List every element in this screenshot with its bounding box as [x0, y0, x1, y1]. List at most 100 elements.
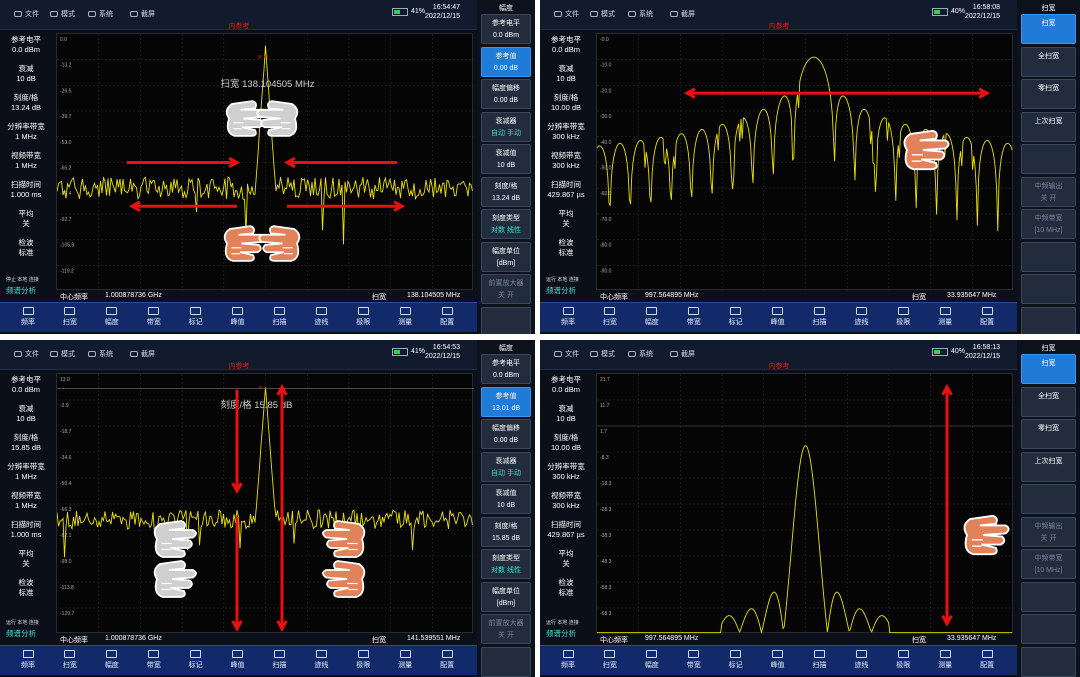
system-menu[interactable]: 系统	[628, 9, 653, 19]
toolbar-0[interactable]: 频率	[548, 650, 588, 670]
softkey-6[interactable]: 刻度类型 对数 线性	[481, 549, 531, 579]
softkey-4[interactable]: 衰减值 10 dB	[481, 484, 531, 514]
softkey-0[interactable]: 参考电平 0.0 dBm	[481, 14, 531, 44]
center-freq-value[interactable]: 1.000878736 GHz	[105, 292, 162, 299]
param-3[interactable]: 分辨率带宽 300 kHz	[540, 122, 592, 142]
span-label[interactable]: 扫宽	[912, 292, 926, 302]
toolbar-9[interactable]: 测量	[925, 307, 965, 327]
toolbar-0[interactable]: 频率	[8, 307, 48, 327]
toolbar-6[interactable]: 扫描	[259, 307, 299, 327]
param-0[interactable]: 参考电平 0.0 dBm	[0, 35, 52, 55]
softkey-7[interactable]: 幅度单位 [dBm]	[481, 581, 531, 612]
toolbar-8[interactable]: 极限	[343, 650, 383, 670]
toolbar-5[interactable]: 峰值	[218, 307, 258, 327]
mode-menu[interactable]: 模式	[590, 349, 615, 359]
span-label[interactable]: 扫宽	[372, 635, 386, 645]
system-menu[interactable]: 系统	[88, 349, 113, 359]
param-1[interactable]: 衰减 10 dB	[540, 64, 592, 84]
param-1[interactable]: 衰减 10 dB	[540, 404, 592, 424]
softkey-5[interactable]: 中频输出关 开	[1021, 176, 1076, 207]
softkey-9[interactable]	[481, 306, 531, 334]
softkey-1[interactable]: 全扫宽	[1021, 46, 1076, 77]
span-value[interactable]: 141.539551 MHz	[407, 635, 460, 642]
toolbar-1[interactable]: 扫宽	[590, 307, 630, 327]
toolbar-9[interactable]: 测量	[925, 650, 965, 670]
softkey-4[interactable]	[1021, 144, 1076, 174]
param-2[interactable]: 刻度/格 13.24 dB	[0, 93, 52, 113]
center-freq-label[interactable]: 中心频率	[60, 292, 88, 302]
toolbar-4[interactable]: 标记	[176, 650, 216, 670]
toolbar-8[interactable]: 极限	[343, 307, 383, 327]
softkey-2[interactable]: 幅度偏移 0.00 dB	[481, 419, 531, 449]
toolbar-1[interactable]: 扫宽	[50, 650, 90, 670]
mode-menu[interactable]: 模式	[50, 9, 75, 19]
file-menu[interactable]: 文件	[14, 9, 39, 19]
center-freq-label[interactable]: 中心频率	[600, 635, 628, 645]
screenshot-menu[interactable]: 截屏	[130, 9, 155, 19]
toolbar-1[interactable]: 扫宽	[50, 307, 90, 327]
softkey-9[interactable]	[1021, 646, 1076, 677]
toolbar-6[interactable]: 扫描	[799, 650, 839, 670]
param-6[interactable]: 平均关	[0, 549, 52, 569]
param-5[interactable]: 扫描时间 429.867 µs	[540, 520, 592, 540]
file-menu[interactable]: 文件	[554, 9, 579, 19]
span-label[interactable]: 扫宽	[912, 635, 926, 645]
softkey-4[interactable]: 衰减值 10 dB	[481, 144, 531, 174]
softkey-8[interactable]: 前置放大器关 开	[481, 614, 531, 644]
param-4[interactable]: 视频带宽 300 kHz	[540, 151, 592, 171]
toolbar-8[interactable]: 极限	[883, 650, 923, 670]
softkey-5[interactable]: 中频输出关 开	[1021, 516, 1076, 547]
softkey-7[interactable]	[1021, 581, 1076, 612]
system-menu[interactable]: 系统	[628, 349, 653, 359]
mode-menu[interactable]: 模式	[50, 349, 75, 359]
toolbar-3[interactable]: 带宽	[134, 307, 174, 327]
toolbar-9[interactable]: 测量	[385, 650, 425, 670]
softkey-3[interactable]: 上次扫宽	[1021, 111, 1076, 142]
toolbar-0[interactable]: 频率	[548, 307, 588, 327]
softkey-8[interactable]	[1021, 614, 1076, 644]
analysis-mode[interactable]: 频谱分析	[546, 285, 576, 296]
mode-menu[interactable]: 模式	[590, 9, 615, 19]
center-freq-label[interactable]: 中心频率	[60, 635, 88, 645]
softkey-3[interactable]: 衰减器 自动 手动	[481, 451, 531, 482]
softkey-6[interactable]: 中频带宽 [10 MHz]	[1021, 209, 1076, 239]
toolbar-1[interactable]: 扫宽	[590, 650, 630, 670]
toolbar-4[interactable]: 标记	[716, 650, 756, 670]
softkey-8[interactable]: 前置放大器关 开	[481, 274, 531, 304]
softkey-1[interactable]: 参考值 0.00 dB	[481, 46, 531, 77]
param-2[interactable]: 刻度/格 10.00 dB	[540, 93, 592, 113]
param-3[interactable]: 分辨率带宽 1 MHz	[0, 462, 52, 482]
toolbar-3[interactable]: 带宽	[674, 650, 714, 670]
param-4[interactable]: 视频带宽 1 MHz	[0, 491, 52, 511]
toolbar-0[interactable]: 频率	[8, 650, 48, 670]
toolbar-8[interactable]: 极限	[883, 307, 923, 327]
center-freq-value[interactable]: 997.564895 MHz	[645, 635, 698, 642]
param-0[interactable]: 参考电平 0.0 dBm	[540, 35, 592, 55]
toolbar-10[interactable]: 配置	[967, 650, 1007, 670]
param-5[interactable]: 扫描时间 1.000 ms	[0, 180, 52, 200]
toolbar-7[interactable]: 迹线	[841, 650, 881, 670]
param-7[interactable]: 检波 标准	[540, 578, 592, 598]
screenshot-menu[interactable]: 截屏	[670, 9, 695, 19]
softkey-9[interactable]	[1021, 306, 1076, 334]
toolbar-5[interactable]: 峰值	[218, 650, 258, 670]
softkey-0[interactable]: 扫宽	[1021, 14, 1076, 44]
softkey-7[interactable]: 幅度单位 [dBm]	[481, 241, 531, 272]
span-label[interactable]: 扫宽	[372, 292, 386, 302]
toolbar-6[interactable]: 扫描	[799, 307, 839, 327]
softkey-2[interactable]: 幅度偏移 0.00 dB	[481, 79, 531, 109]
toolbar-9[interactable]: 测量	[385, 307, 425, 327]
param-3[interactable]: 分辨率带宽 1 MHz	[0, 122, 52, 142]
toolbar-7[interactable]: 迹线	[301, 307, 341, 327]
softkey-0[interactable]: 扫宽	[1021, 354, 1076, 384]
param-1[interactable]: 衰减 10 dB	[0, 404, 52, 424]
toolbar-4[interactable]: 标记	[176, 307, 216, 327]
toolbar-10[interactable]: 配置	[967, 307, 1007, 327]
param-6[interactable]: 平均关	[540, 209, 592, 229]
softkey-0[interactable]: 参考电平 0.0 dBm	[481, 354, 531, 384]
file-menu[interactable]: 文件	[14, 349, 39, 359]
toolbar-2[interactable]: 幅度	[632, 307, 672, 327]
param-2[interactable]: 刻度/格 10.00 dB	[540, 433, 592, 453]
param-5[interactable]: 扫描时间 429.867 µs	[540, 180, 592, 200]
softkey-1[interactable]: 参考值 13.01 dB	[481, 386, 531, 417]
